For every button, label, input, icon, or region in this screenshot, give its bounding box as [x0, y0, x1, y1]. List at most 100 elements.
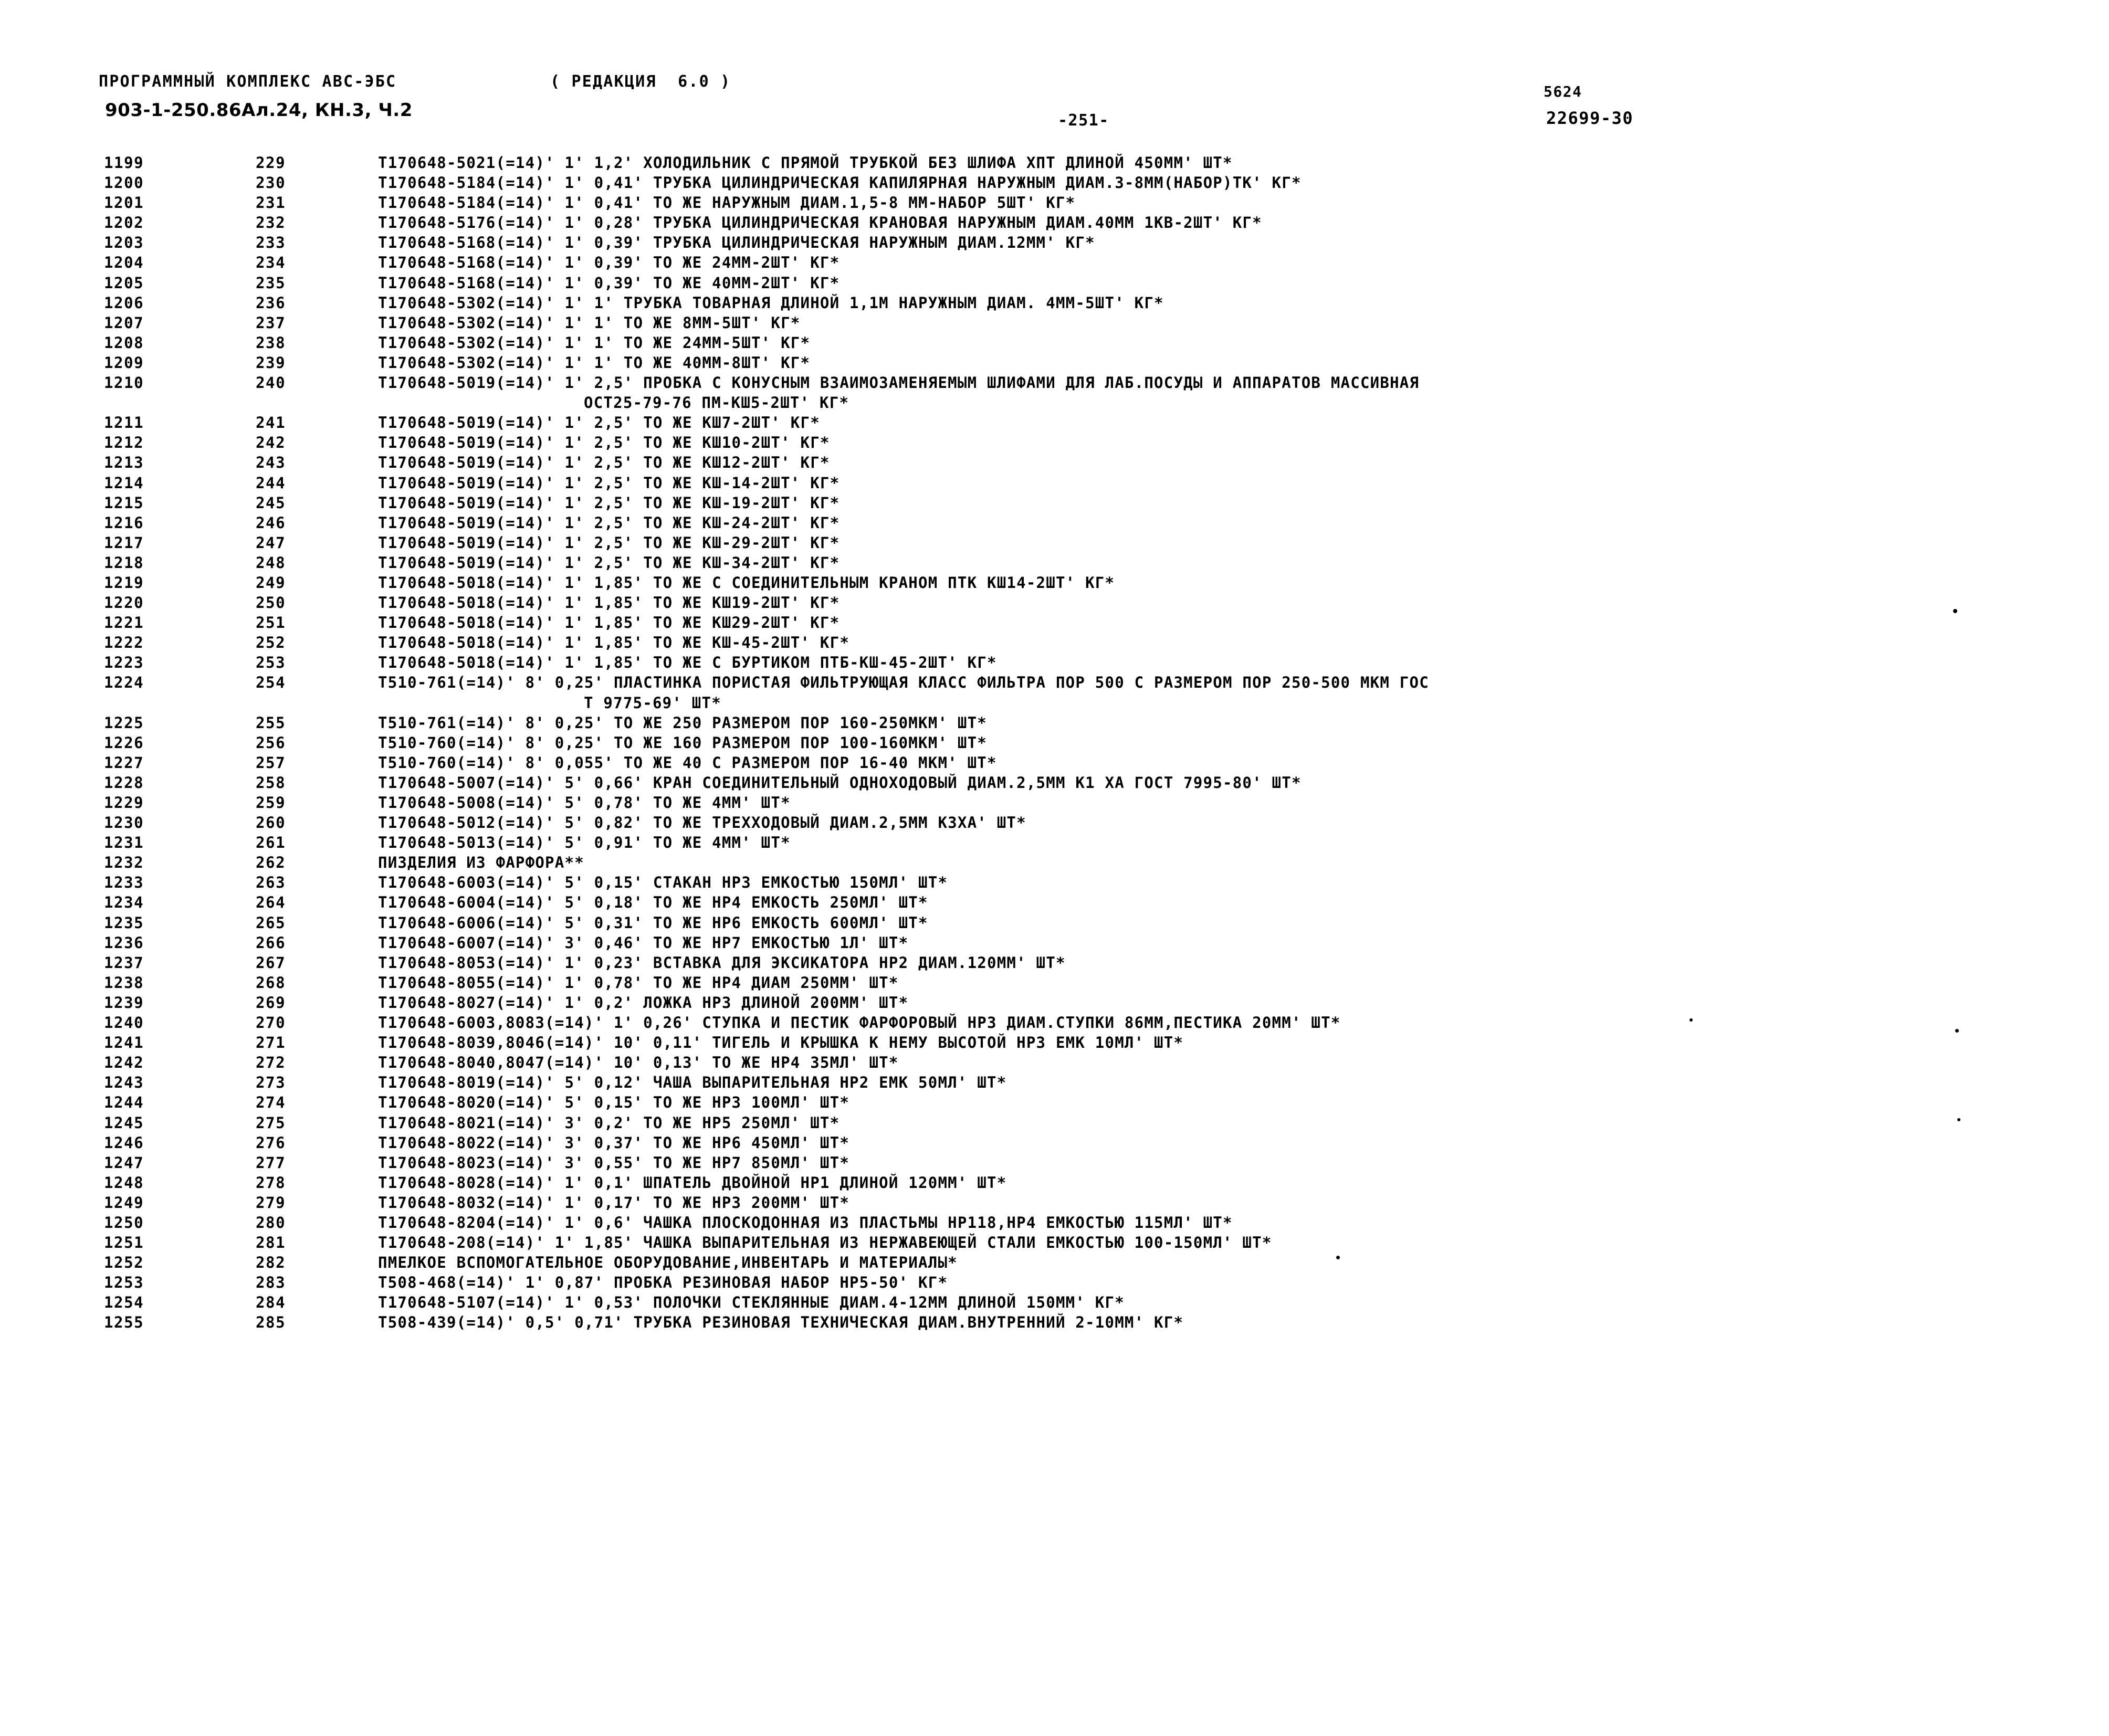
row-item-number: 271: [256, 1034, 286, 1052]
table-row: 1254 284 Т170648-5107(=14)' 1' 0,53' ПОЛОЧ…: [0, 1293, 2109, 1313]
table-row: 1199 229 Т170648-5021(=14)' 1' 1,2' ХОЛОДИ…: [0, 154, 2109, 174]
row-line-number: 1238: [104, 973, 144, 992]
row-line-number: 1208: [104, 333, 144, 352]
row-description: Т170648-5021(=14)' 1' 1,2' ХОЛОДИЛЬНИК С…: [378, 154, 1233, 172]
table-row: 1236 266 Т170648-6007(=14)' 3' 0,46' ТО ЖЕ…: [0, 934, 2109, 954]
row-line-number: 1207: [104, 313, 144, 332]
table-row: 1205 235 Т170648-5168(=14)' 1' 0,39' ТО ЖЕ…: [0, 274, 2109, 294]
row-line-number: 1236: [104, 933, 144, 952]
row-item-number: 251: [256, 614, 286, 632]
row-line-number: 1235: [104, 913, 144, 932]
row-description: Т170648-5184(=14)' 1' 0,41' ТО ЖЕ НАРУЖН…: [378, 194, 1076, 212]
row-line-number: 1227: [104, 753, 144, 772]
row-description: Т170648-6004(=14)' 5' 0,18' ТО ЖЕ НР4 ЕМ…: [378, 893, 928, 912]
row-item-number: 230: [256, 174, 286, 192]
row-item-number: 257: [256, 753, 286, 772]
table-row: 1247 277 Т170648-8023(=14)' 3' 0,55' ТО ЖЕ…: [0, 1154, 2109, 1174]
row-description: ОСТ25-79-76 ПМ-КШ5-2ШТ' КГ*: [584, 394, 849, 412]
row-item-number: 238: [256, 333, 286, 352]
row-description: Т170648-8023(=14)' 3' 0,55' ТО ЖЕ НР7 85…: [378, 1153, 850, 1172]
table-row: 1230 260 Т170648-5012(=14)' 5' 0,82' ТО ЖЕ…: [0, 814, 2109, 834]
table-row: 1218 248 Т170648-5019(=14)' 1' 2,5' ТО ЖЕ …: [0, 554, 2109, 574]
table-row: 1228 258 Т170648-5007(=14)' 5' 0,66' КРАН …: [0, 774, 2109, 794]
table-row: 1212 242 Т170648-5019(=14)' 1' 2,5' ТО ЖЕ …: [0, 434, 2109, 454]
row-line-number: 1237: [104, 953, 144, 972]
row-description: ПМЕЛКОЕ ВСПОМОГАТЕЛЬНОЕ ОБОРУДОВАНИЕ,ИНВ…: [378, 1254, 958, 1272]
row-description: Т170648-5302(=14)' 1' 1' ТО ЖЕ 24ММ-5ШТ'…: [378, 333, 811, 352]
table-row-continuation: Т 9775-69' ШТ*: [0, 694, 2109, 714]
row-item-number: 261: [256, 834, 286, 852]
row-description: Т170648-6003,8083(=14)' 1' 0,26' СТУПКА …: [378, 1014, 1341, 1032]
row-line-number: 1242: [104, 1054, 144, 1072]
row-line-number: 1219: [104, 573, 144, 592]
row-description: Т510-761(=14)' 8' 0,25' ТО ЖЕ 250 РАЗМЕР…: [378, 713, 987, 732]
table-row: 1220 250 Т170648-5018(=14)' 1' 1,85' ТО ЖЕ…: [0, 594, 2109, 614]
row-item-number: 275: [256, 1113, 286, 1132]
row-item-number: 277: [256, 1153, 286, 1172]
row-description: Т170648-8028(=14)' 1' 0,1' ШПАТЕЛЬ ДВОЙН…: [378, 1173, 1007, 1192]
row-description: Т170648-8040,8047(=14)' 10' 0,13' ТО ЖЕ …: [378, 1054, 899, 1072]
row-description: Т170648-5302(=14)' 1' 1' ТО ЖЕ 8ММ-5ШТ' …: [378, 313, 801, 332]
row-line-number: 1253: [104, 1274, 144, 1292]
row-line-number: 1254: [104, 1293, 144, 1312]
row-description: Т170648-5007(=14)' 5' 0,66' КРАН СОЕДИНИ…: [378, 773, 1302, 792]
row-line-number: 1221: [104, 614, 144, 632]
row-line-number: 1209: [104, 353, 144, 372]
table-row: 1255 285 Т508-439(=14)' 0,5' 0,71' ТРУБКА …: [0, 1313, 2109, 1333]
row-line-number: 1228: [104, 773, 144, 792]
table-row: 1245 275 Т170648-8021(=14)' 3' 0,2' ТО ЖЕ …: [0, 1114, 2109, 1134]
row-line-number: 1222: [104, 634, 144, 652]
table-row: 1246 276 Т170648-8022(=14)' 3' 0,37' ТО ЖЕ…: [0, 1134, 2109, 1154]
table-row: 1216 246 Т170648-5019(=14)' 1' 2,5' ТО ЖЕ …: [0, 514, 2109, 534]
row-description: Т170648-5008(=14)' 5' 0,78' ТО ЖЕ 4ММ' Ш…: [378, 794, 791, 812]
row-description: Т170648-5012(=14)' 5' 0,82' ТО ЖЕ ТРЕХХО…: [378, 814, 1026, 832]
row-line-number: 1239: [104, 993, 144, 1012]
row-line-number: 1204: [104, 254, 144, 272]
row-description: Т170648-8053(=14)' 1' 0,23' ВСТАВКА ДЛЯ …: [378, 953, 1066, 972]
row-line-number: 1241: [104, 1034, 144, 1052]
row-description: Т170648-8022(=14)' 3' 0,37' ТО ЖЕ НР6 45…: [378, 1133, 850, 1152]
scan-speckle: [1955, 1029, 1959, 1033]
row-item-number: 229: [256, 154, 286, 172]
table-row: 1239 269 Т170648-8027(=14)' 1' 0,2' ЛОЖКА …: [0, 994, 2109, 1014]
table-row: 1202 232 Т170648-5176(=14)' 1' 0,28' ТРУБК…: [0, 214, 2109, 234]
row-item-number: 268: [256, 973, 286, 992]
row-description: Т170648-5168(=14)' 1' 0,39' ТРУБКА ЦИЛИН…: [378, 234, 1095, 252]
row-description: Т170648-8020(=14)' 5' 0,15' ТО ЖЕ НР3 10…: [378, 1093, 850, 1112]
row-item-number: 262: [256, 854, 286, 872]
row-item-number: 244: [256, 474, 286, 492]
row-line-number: 1226: [104, 733, 144, 752]
row-item-number: 258: [256, 773, 286, 792]
row-line-number: 1210: [104, 374, 144, 392]
table-row: 1238 268 Т170648-8055(=14)' 1' 0,78' ТО ЖЕ…: [0, 974, 2109, 994]
row-item-number: 281: [256, 1234, 286, 1252]
table-row: 1227 257 Т510-760(=14)' 8' 0,055' ТО ЖЕ 40…: [0, 754, 2109, 774]
row-description: Т170648-5019(=14)' 1' 2,5' ТО ЖЕ КШ10-2Ш…: [378, 434, 830, 452]
row-item-number: 264: [256, 893, 286, 912]
row-item-number: 278: [256, 1173, 286, 1192]
table-row: 1211 241 Т170648-5019(=14)' 1' 2,5' ТО ЖЕ …: [0, 414, 2109, 434]
document-number: 22699-30: [1546, 108, 1634, 128]
table-row: 1209 239 Т170648-5302(=14)' 1' 1' ТО ЖЕ 40…: [0, 354, 2109, 374]
row-item-number: 243: [256, 454, 286, 472]
row-description: Т170648-5019(=14)' 1' 2,5' ПРОБКА С КОНУ…: [378, 374, 1420, 392]
row-line-number: 1251: [104, 1234, 144, 1252]
table-row: 1221 251 Т170648-5018(=14)' 1' 1,85' ТО ЖЕ…: [0, 614, 2109, 634]
row-item-number: 263: [256, 874, 286, 892]
row-item-number: 235: [256, 273, 286, 292]
row-line-number: 1243: [104, 1074, 144, 1092]
table-row: 1250 280 Т170648-8204(=14)' 1' 0,6' ЧАШКА …: [0, 1214, 2109, 1234]
row-item-number: 254: [256, 674, 286, 692]
scan-speckle: [1957, 1118, 1960, 1121]
row-description: Т170648-5018(=14)' 1' 1,85' ТО ЖЕ С СОЕД…: [378, 573, 1115, 592]
row-item-number: 250: [256, 594, 286, 612]
row-item-number: 234: [256, 254, 286, 272]
row-description: Т170648-8021(=14)' 3' 0,2' ТО ЖЕ НР5 250…: [378, 1113, 840, 1132]
row-item-number: 282: [256, 1254, 286, 1272]
table-row: 1213 243 Т170648-5019(=14)' 1' 2,5' ТО ЖЕ …: [0, 454, 2109, 474]
row-item-number: 280: [256, 1213, 286, 1232]
row-description: Т170648-6006(=14)' 5' 0,31' ТО ЖЕ НР6 ЕМ…: [378, 913, 928, 932]
row-description: Т170648-5019(=14)' 1' 2,5' ТО ЖЕ КШ-29-2…: [378, 533, 840, 552]
row-description: Т170648-5018(=14)' 1' 1,85' ТО ЖЕ С БУРТ…: [378, 654, 997, 672]
row-line-number: 1233: [104, 874, 144, 892]
